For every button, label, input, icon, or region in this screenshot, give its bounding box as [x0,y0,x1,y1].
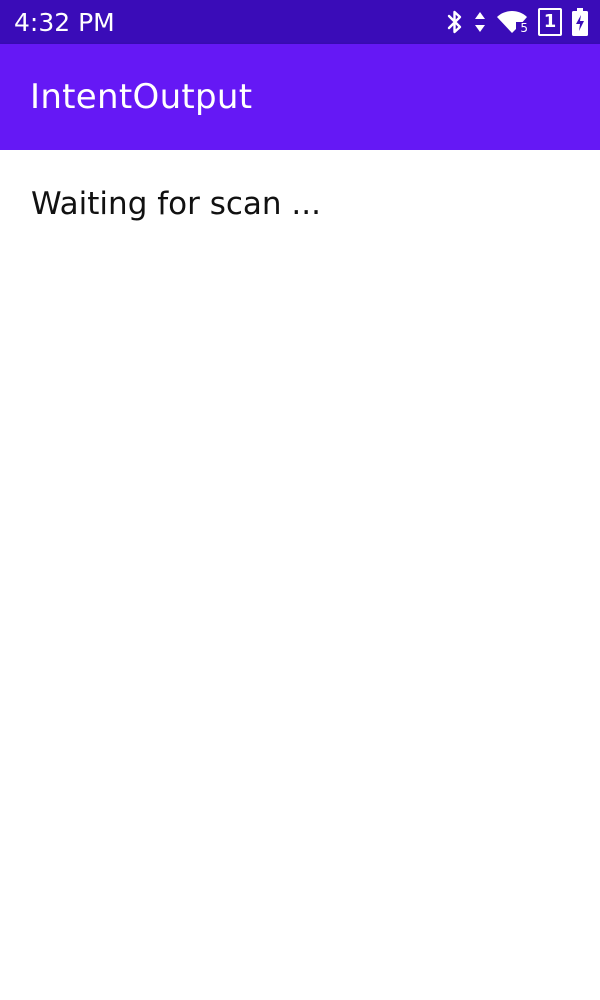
status-bar: 4:32 PM 5 1 [0,0,600,44]
data-arrows-icon [474,10,486,34]
wifi-icon: 5 [496,10,528,35]
wifi-badge: 5 [520,21,528,35]
status-icons: 5 1 [446,0,588,44]
app-title: IntentOutput [30,77,253,117]
scan-status-text: Waiting for scan ... [31,186,321,222]
sim-label: 1 [543,11,557,32]
app-bar: IntentOutput [0,44,600,150]
battery-charging-icon [572,8,588,36]
main-content: Waiting for scan ... [0,150,600,1000]
status-time: 4:32 PM [14,7,115,37]
sim-icon: 1 [538,8,562,36]
bluetooth-icon [446,9,464,35]
